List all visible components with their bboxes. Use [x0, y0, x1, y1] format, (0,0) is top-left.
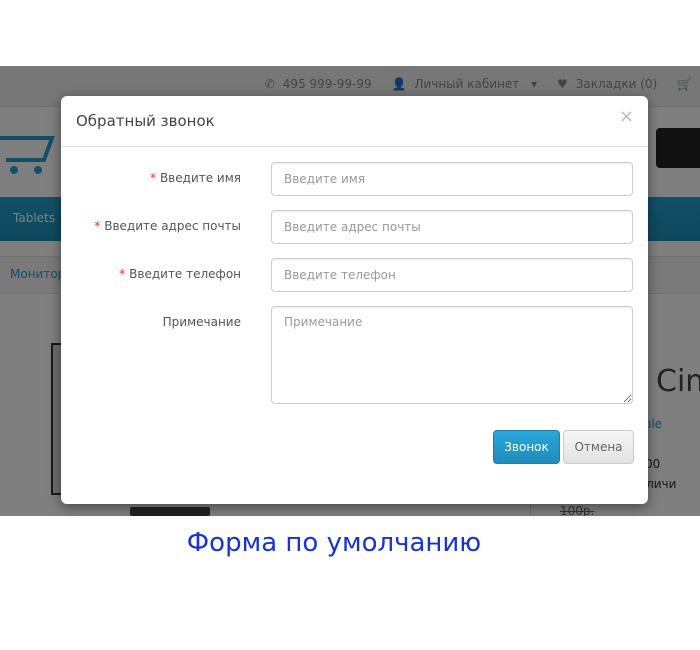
- cancel-button[interactable]: Отмена: [563, 430, 634, 464]
- close-icon[interactable]: ×: [619, 108, 634, 126]
- required-mark: *: [94, 219, 101, 233]
- phone-input[interactable]: [271, 258, 633, 292]
- note-textarea[interactable]: [271, 306, 633, 404]
- caption-text: Форма по умолчанию: [186, 528, 482, 558]
- modal-title: Обратный звонок: [76, 112, 215, 130]
- required-mark: *: [119, 267, 126, 281]
- phone-label: * Введите телефон: [119, 267, 241, 281]
- note-label: Примечание: [162, 315, 241, 329]
- callback-modal: Обратный звонок × *Введите имя *Введите …: [61, 96, 648, 504]
- email-label: * Введите адрес почты: [94, 219, 241, 233]
- required-mark: *: [149, 171, 156, 185]
- name-label: * Введите имя: [149, 171, 241, 185]
- modal-header: Обратный звонок ×: [61, 96, 648, 147]
- call-button[interactable]: Звонок: [493, 430, 560, 464]
- name-input[interactable]: [271, 162, 633, 196]
- email-input[interactable]: [271, 210, 633, 244]
